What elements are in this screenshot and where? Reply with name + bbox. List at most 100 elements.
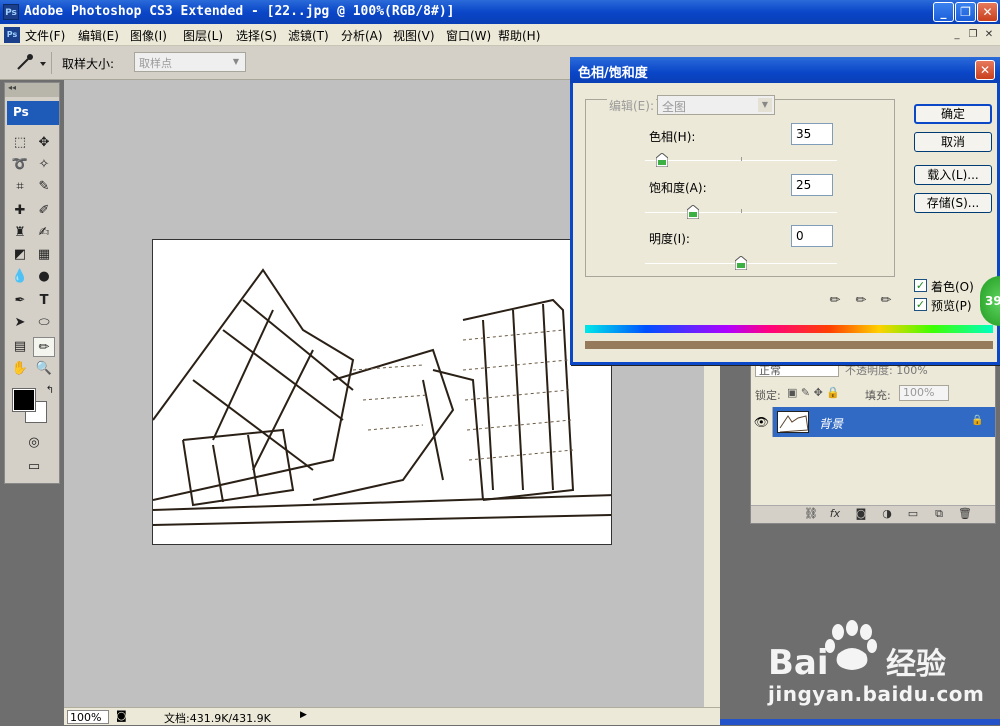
- layers-panel: 正常 不透明度: 100% 锁定: ▣ ✎ ✥ 🔒 填充: 100% 👁 背景 …: [750, 354, 996, 524]
- saturation-slider-thumb[interactable]: [687, 205, 699, 219]
- cancel-button[interactable]: 取消: [914, 132, 992, 152]
- lasso-tool-icon[interactable]: ➰: [9, 155, 31, 175]
- marquee-tool-icon[interactable]: ⬚: [9, 133, 31, 153]
- menu-analysis[interactable]: 分析(A): [341, 27, 383, 44]
- ok-button[interactable]: 确定: [914, 104, 992, 124]
- minimize-button[interactable]: _: [933, 2, 954, 22]
- image-canvas[interactable]: [152, 239, 612, 545]
- menu-help[interactable]: 帮助(H): [498, 27, 540, 44]
- save-button[interactable]: 存储(S)...: [914, 193, 992, 213]
- healing-brush-tool-icon[interactable]: ✚: [9, 201, 31, 221]
- lightness-input[interactable]: 0: [791, 225, 833, 247]
- hand-tool-icon[interactable]: ✋: [9, 359, 31, 379]
- zoom-tool-icon[interactable]: 🔍: [33, 359, 55, 379]
- chevron-down-icon: ▼: [232, 57, 240, 66]
- slice-tool-icon[interactable]: ✎: [33, 177, 55, 197]
- menu-image[interactable]: 图像(I): [130, 27, 167, 44]
- menu-layer[interactable]: 图层(L): [183, 27, 223, 44]
- tool-preset-picker[interactable]: [8, 52, 52, 74]
- blur-tool-icon[interactable]: 💧: [9, 267, 31, 287]
- saturation-label: 饱和度(A):: [649, 181, 707, 195]
- sample-size-value: 取样点: [139, 57, 172, 70]
- sample-size-select[interactable]: 取样点 ▼: [134, 52, 246, 72]
- notes-tool-icon[interactable]: ▤: [9, 337, 31, 357]
- doc-restore-button[interactable]: ❐: [966, 28, 980, 42]
- gradient-tool-icon[interactable]: ▦: [33, 245, 55, 265]
- colorize-label: 着色(O): [931, 280, 974, 294]
- move-tool-icon[interactable]: ✥: [33, 133, 55, 153]
- logo-text-left: Bai: [768, 643, 829, 682]
- eraser-tool-icon[interactable]: ◩: [9, 245, 31, 265]
- status-menu-icon[interactable]: ◙: [116, 709, 127, 722]
- preview-label: 预览(P): [931, 299, 972, 313]
- eye-icon[interactable]: 👁: [751, 407, 773, 437]
- eyedropper-tool-icon[interactable]: ✏: [33, 337, 55, 357]
- menu-file[interactable]: 文件(F): [25, 27, 65, 44]
- status-arrow-icon[interactable]: ▶: [300, 710, 307, 720]
- menu-bar: Ps 文件(F) 编辑(E) 图像(I) 图层(L) 选择(S) 滤镜(T) 分…: [0, 24, 1000, 46]
- edit-range-select[interactable]: 全图 ▼: [657, 95, 775, 115]
- quick-mask-icon[interactable]: ◎: [23, 433, 45, 453]
- saturation-input[interactable]: 25: [791, 174, 833, 196]
- type-tool-icon[interactable]: T: [33, 291, 55, 311]
- link-layers-icon[interactable]: ⛓: [803, 507, 819, 523]
- saturation-slider-tick: [741, 209, 742, 213]
- colorize-checkbox[interactable]: ✓: [914, 279, 927, 292]
- zoom-level[interactable]: 100%: [67, 710, 109, 724]
- preview-checkbox[interactable]: ✓: [914, 298, 927, 311]
- toolbox-collapse[interactable]: ◂◂: [5, 83, 59, 97]
- input-spectrum-bar: [585, 325, 993, 333]
- history-brush-tool-icon[interactable]: ✍: [33, 223, 55, 243]
- menu-filter[interactable]: 滤镜(T): [288, 27, 329, 44]
- menu-select[interactable]: 选择(S): [236, 27, 277, 44]
- dialog-title: 色相/饱和度: [570, 57, 1000, 83]
- foreground-color-swatch[interactable]: [12, 388, 36, 412]
- pen-tool-icon[interactable]: ✒: [9, 291, 31, 311]
- subtract-from-sample-eyedropper-icon[interactable]: ✏: [878, 293, 894, 309]
- crop-tool-icon[interactable]: ⌗: [9, 177, 31, 197]
- edit-range-value: 全图: [662, 100, 687, 114]
- menu-window[interactable]: 窗口(W): [446, 27, 491, 44]
- magic-wand-tool-icon[interactable]: ✧: [33, 155, 55, 175]
- doc-minimize-button[interactable]: _: [950, 28, 964, 42]
- screen-mode-icon[interactable]: ▭: [23, 457, 45, 477]
- fill-input[interactable]: 100%: [899, 385, 949, 401]
- layer-style-icon[interactable]: fx: [827, 507, 843, 523]
- menu-view[interactable]: 视图(V): [393, 27, 435, 44]
- path-selection-tool-icon[interactable]: ➤: [9, 313, 31, 333]
- delete-layer-icon[interactable]: 🗑: [957, 507, 973, 523]
- shape-tool-icon[interactable]: ⬭: [33, 313, 55, 333]
- document-size-info: 文档:431.9K/431.9K: [164, 712, 271, 725]
- clone-stamp-tool-icon[interactable]: ♜: [9, 223, 31, 243]
- menu-edit[interactable]: 编辑(E): [78, 27, 119, 44]
- watermark-url: jingyan.baidu.com: [768, 682, 985, 706]
- doc-close-button[interactable]: ✕: [982, 28, 996, 42]
- swap-colors-icon[interactable]: ↰: [39, 381, 61, 401]
- lightness-slider-thumb[interactable]: [735, 256, 747, 270]
- ps-logo: Ps: [7, 101, 59, 125]
- new-layer-icon[interactable]: ⧉: [931, 507, 947, 523]
- chevron-down-icon: ▼: [758, 98, 772, 112]
- layer-mask-icon[interactable]: ◙: [853, 507, 869, 523]
- baidu-jingyan-logo: Bai 经验: [768, 620, 946, 682]
- brush-tool-icon[interactable]: ✐: [33, 201, 55, 221]
- output-color-bar: [585, 341, 993, 349]
- add-to-sample-eyedropper-icon[interactable]: ✏: [853, 293, 869, 309]
- lock-label: 锁定:: [755, 389, 781, 402]
- new-group-icon[interactable]: ▭: [905, 507, 921, 523]
- layer-thumbnail: [777, 411, 809, 433]
- layers-footer: ⛓ fx ◙ ◑ ▭ ⧉ 🗑: [751, 505, 995, 523]
- dodge-tool-icon[interactable]: ●: [33, 267, 55, 287]
- restore-button[interactable]: ❐: [955, 2, 976, 22]
- dialog-close-button[interactable]: ✕: [975, 60, 995, 80]
- layer-row-background[interactable]: 👁 背景 🔒: [751, 407, 995, 437]
- eyedropper-icon[interactable]: ✏: [827, 293, 843, 309]
- adjustment-layer-icon[interactable]: ◑: [879, 507, 895, 523]
- photoshop-app-icon: Ps: [3, 4, 19, 20]
- load-button[interactable]: 载入(L)...: [914, 165, 992, 185]
- hue-slider-thumb[interactable]: [656, 153, 669, 167]
- close-window-button[interactable]: ✕: [977, 2, 998, 22]
- status-bar: 100% ◙ 文档:431.9K/431.9K ▶: [64, 707, 720, 725]
- lock-icons[interactable]: ▣ ✎ ✥ 🔒: [787, 386, 840, 399]
- hue-input[interactable]: 35: [791, 123, 833, 145]
